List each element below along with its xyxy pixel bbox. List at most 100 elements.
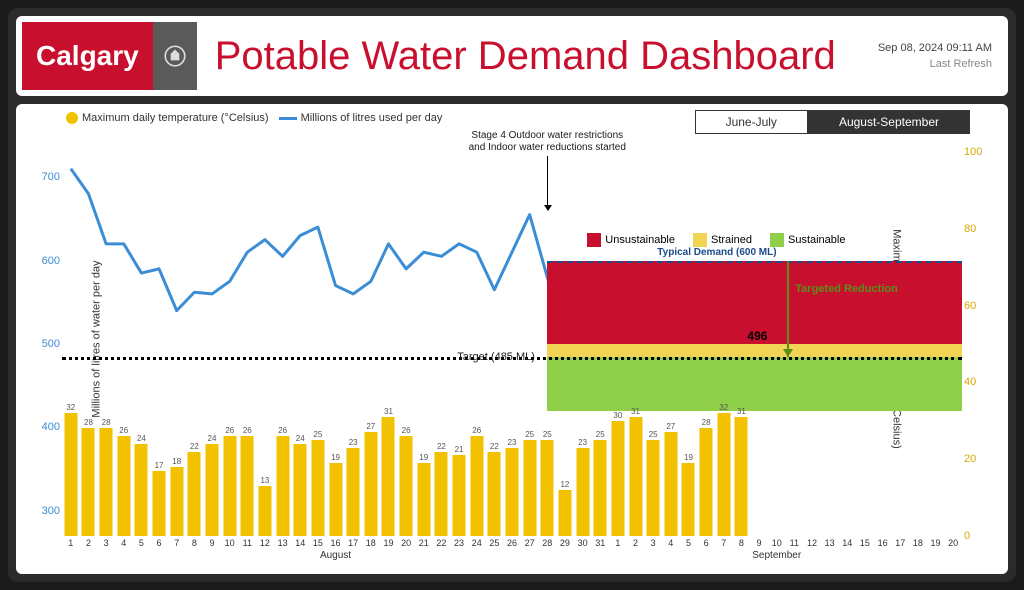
y-right-tick: 20 bbox=[964, 453, 988, 465]
x-tick: 15 bbox=[313, 538, 323, 548]
band-sustainable bbox=[547, 357, 962, 411]
temperature-bar-label: 32 bbox=[66, 403, 75, 412]
page-title: Potable Water Demand Dashboard bbox=[197, 34, 878, 79]
temperature-bar-label: 21 bbox=[455, 445, 464, 454]
x-tick: 16 bbox=[331, 538, 341, 548]
tab-august-september[interactable]: August-September bbox=[808, 110, 970, 134]
crest-icon bbox=[153, 22, 197, 90]
x-tick: 30 bbox=[578, 538, 588, 548]
temperature-bar-label: 19 bbox=[331, 453, 340, 462]
x-tick: 7 bbox=[174, 538, 179, 548]
x-tick: 10 bbox=[225, 538, 235, 548]
x-tick: 10 bbox=[772, 538, 782, 548]
temperature-bar-label: 31 bbox=[384, 407, 393, 416]
temperature-bar-label: 26 bbox=[402, 426, 411, 435]
y-right-tick: 40 bbox=[964, 376, 988, 388]
temperature-bar bbox=[682, 463, 695, 536]
temperature-bar-label: 24 bbox=[208, 434, 217, 443]
x-tick: 18 bbox=[366, 538, 376, 548]
temperature-bar-label: 25 bbox=[525, 430, 534, 439]
temperature-bar-label: 31 bbox=[737, 407, 746, 416]
temperature-bar bbox=[276, 436, 289, 536]
x-tick: 23 bbox=[454, 538, 464, 548]
temperature-bar bbox=[435, 452, 448, 536]
x-tick: 7 bbox=[721, 538, 726, 548]
temperature-bar-label: 17 bbox=[155, 461, 164, 470]
temperature-bar bbox=[135, 444, 148, 536]
y-right-tick: 60 bbox=[964, 300, 988, 312]
dashboard-frame: Calgary Potable Water Demand Dashboard S… bbox=[8, 8, 1016, 582]
x-tick: 20 bbox=[948, 538, 958, 548]
x-tick: 18 bbox=[913, 538, 923, 548]
x-tick: 14 bbox=[295, 538, 305, 548]
y-left-tick: 400 bbox=[36, 421, 60, 433]
temperature-bar bbox=[329, 463, 342, 536]
temperature-bar bbox=[206, 444, 219, 536]
temperature-bar-label: 24 bbox=[137, 434, 146, 443]
temperature-bar bbox=[541, 440, 554, 536]
temperature-bar bbox=[241, 436, 254, 536]
x-tick: 11 bbox=[790, 538, 799, 548]
refresh-label: Last Refresh bbox=[878, 58, 992, 70]
x-tick: 22 bbox=[436, 538, 446, 548]
temperature-bar bbox=[100, 428, 113, 536]
x-tick: 17 bbox=[348, 538, 358, 548]
x-tick: 31 bbox=[595, 538, 605, 548]
x-tick: 12 bbox=[260, 538, 270, 548]
temperature-bar bbox=[117, 436, 130, 536]
targeted-reduction-arrow bbox=[787, 261, 789, 357]
temperature-bar-label: 24 bbox=[296, 434, 305, 443]
y-left-tick: 300 bbox=[36, 505, 60, 517]
x-tick: 19 bbox=[383, 538, 393, 548]
temperature-bar-label: 25 bbox=[596, 430, 605, 439]
x-tick: 12 bbox=[807, 538, 817, 548]
x-tick: 21 bbox=[419, 538, 429, 548]
temperature-bar bbox=[417, 463, 430, 536]
x-tick: 1 bbox=[615, 538, 620, 548]
logo-text: Calgary bbox=[22, 22, 153, 90]
typical-demand-line bbox=[547, 261, 962, 263]
x-tick: 28 bbox=[542, 538, 552, 548]
period-tabs: June-July August-September bbox=[695, 110, 970, 134]
temperature-bar-label: 26 bbox=[278, 426, 287, 435]
x-tick: 8 bbox=[192, 538, 197, 548]
temperature-bar bbox=[153, 471, 166, 536]
temp-swatch-icon bbox=[66, 112, 78, 124]
temperature-bar bbox=[647, 440, 660, 536]
band-strained bbox=[547, 344, 962, 357]
stage4-arrow bbox=[547, 156, 548, 210]
x-month-september: September bbox=[752, 550, 801, 561]
temperature-bar-label: 13 bbox=[260, 476, 269, 485]
x-tick: 17 bbox=[895, 538, 905, 548]
x-tick: 6 bbox=[704, 538, 709, 548]
temperature-bar-label: 28 bbox=[84, 418, 93, 427]
temperature-bar-label: 23 bbox=[508, 438, 517, 447]
temperature-bar-label: 19 bbox=[419, 453, 428, 462]
temperature-bar-label: 12 bbox=[560, 480, 569, 489]
temperature-bar bbox=[82, 428, 95, 536]
temperature-bar bbox=[488, 452, 501, 536]
x-tick: 8 bbox=[739, 538, 744, 548]
last-value-label: 496 bbox=[747, 329, 767, 343]
targeted-reduction-label: Targeted Reduction bbox=[795, 283, 897, 296]
temperature-bar bbox=[717, 413, 730, 536]
y-left-tick: 600 bbox=[36, 255, 60, 267]
temperature-bar bbox=[347, 448, 360, 536]
temperature-bar-label: 22 bbox=[437, 442, 446, 451]
temperature-bar bbox=[223, 436, 236, 536]
tab-june-july[interactable]: June-July bbox=[695, 110, 808, 134]
x-tick: 11 bbox=[243, 538, 252, 548]
x-tick: 5 bbox=[686, 538, 691, 548]
x-tick: 2 bbox=[86, 538, 91, 548]
temperature-bar bbox=[311, 440, 324, 536]
temperature-bar bbox=[506, 448, 519, 536]
temperature-bar-label: 19 bbox=[684, 453, 693, 462]
temperature-bar bbox=[523, 440, 536, 536]
temperature-bar-label: 18 bbox=[172, 457, 181, 466]
temperature-bar bbox=[453, 455, 466, 536]
temperature-bar-label: 23 bbox=[578, 438, 587, 447]
temperature-bar bbox=[400, 436, 413, 536]
x-tick: 14 bbox=[842, 538, 852, 548]
x-tick: 9 bbox=[757, 538, 762, 548]
temperature-bar-label: 26 bbox=[243, 426, 252, 435]
